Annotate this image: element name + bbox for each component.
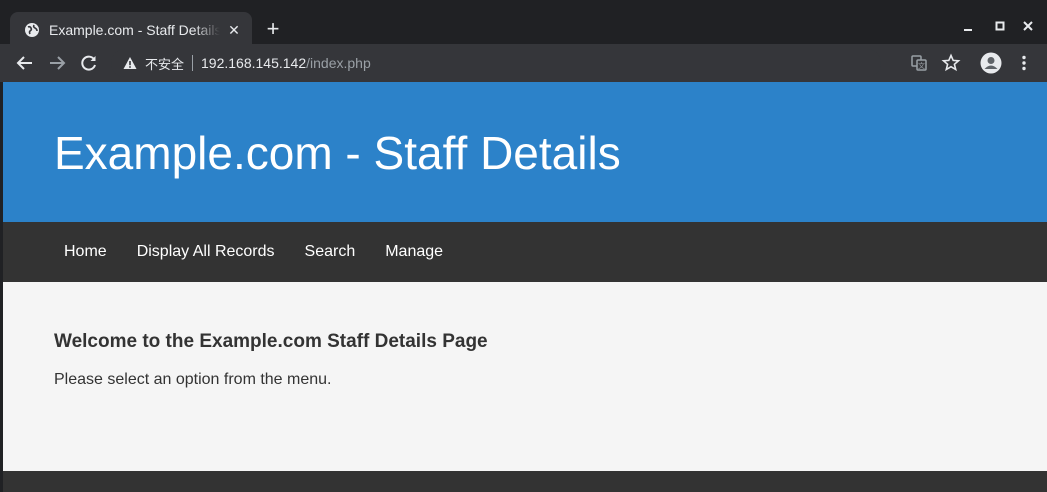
tab-strip: Example.com - Staff Details ✕ + [0,4,1047,48]
nav-manage[interactable]: Manage [375,243,443,261]
profile-icon[interactable] [980,52,1002,74]
maximize-icon[interactable] [990,16,1010,36]
web-page: Example.com - Staff Details Home Display… [3,82,1047,492]
minimize-icon[interactable] [958,16,978,36]
nav-home[interactable]: Home [54,243,107,261]
site-header: Example.com - Staff Details [3,82,1047,222]
browser-tab[interactable]: Example.com - Staff Details ✕ [10,12,252,48]
close-icon[interactable]: ✕ [226,22,242,38]
back-arrow-icon[interactable] [15,53,35,73]
tab-title: Example.com - Staff Details [49,22,220,38]
nav-display-all-records[interactable]: Display All Records [127,243,275,261]
site-footer [3,471,1047,492]
site-nav: Home Display All Records Search Manage [3,222,1047,282]
nav-search[interactable]: Search [295,243,356,261]
site-title: Example.com - Staff Details [54,127,621,179]
globe-icon [25,23,39,37]
address-bar[interactable]: 不安全 192.168.145.142/index.php [111,49,881,77]
reload-icon[interactable] [79,53,99,73]
forward-arrow-icon[interactable] [47,53,67,73]
url-path[interactable]: /index.php [306,55,371,71]
main-content: Welcome to the Example.com Staff Details… [54,331,488,389]
url-host[interactable]: 192.168.145.142 [201,55,306,71]
warning-icon[interactable] [123,56,137,70]
window-close-icon[interactable] [1018,16,1038,36]
divider [192,55,194,71]
star-icon[interactable] [941,53,961,73]
browser-toolbar: 不安全 192.168.145.142/index.php 文 [0,44,1047,82]
welcome-heading: Welcome to the Example.com Staff Details… [54,331,488,352]
kebab-menu-icon[interactable] [1014,53,1034,73]
svg-text:文: 文 [918,61,925,70]
plus-icon[interactable]: + [262,18,284,40]
welcome-text: Please select an option from the menu. [54,371,332,388]
translate-icon[interactable]: 文 [909,53,929,73]
security-label[interactable]: 不安全 [145,54,184,73]
